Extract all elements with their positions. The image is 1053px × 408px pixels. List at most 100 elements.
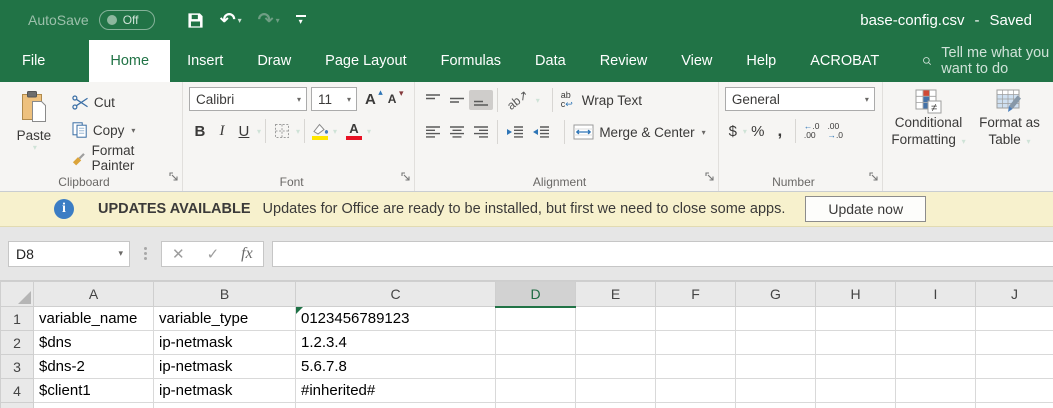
format-as-table-dropdown-arrow[interactable]: ▾ xyxy=(1027,137,1031,146)
cell-h3[interactable] xyxy=(816,355,896,379)
column-header-h[interactable]: H xyxy=(816,282,896,307)
cell-i3[interactable] xyxy=(896,355,976,379)
column-header-c[interactable]: C xyxy=(296,282,496,307)
paste-button[interactable]: Paste ▾ xyxy=(6,87,62,173)
autosave-toggle[interactable]: Off xyxy=(99,10,155,30)
paste-dropdown-arrow[interactable]: ▾ xyxy=(33,143,37,152)
font-size-select[interactable]: 11▾ xyxy=(311,87,357,111)
merge-center-dropdown-arrow[interactable]: ▾ xyxy=(702,128,706,137)
align-left-button[interactable] xyxy=(421,122,445,142)
cell-i2[interactable] xyxy=(896,331,976,355)
redo-dropdown-arrow[interactable]: ▾ xyxy=(276,16,280,25)
cell-j1[interactable] xyxy=(976,307,1053,331)
formula-bar-resize-handle[interactable] xyxy=(144,247,147,260)
accounting-format-button[interactable]: $ xyxy=(725,123,741,140)
cancel-icon[interactable]: ✕ xyxy=(172,245,185,263)
column-header-b[interactable]: B xyxy=(154,282,296,307)
format-painter-button[interactable]: Format Painter xyxy=(68,145,178,171)
bottom-align-button[interactable] xyxy=(469,90,493,110)
tell-me-search[interactable]: Tell me what you want to do xyxy=(922,40,1053,82)
column-header-f[interactable]: F xyxy=(656,282,736,307)
column-header-j[interactable]: J xyxy=(976,282,1053,307)
column-header-g[interactable]: G xyxy=(736,282,816,307)
cell-a2[interactable]: $dns xyxy=(34,331,154,355)
column-header-i[interactable]: I xyxy=(896,282,976,307)
cell-c2[interactable]: 1.2.3.4 xyxy=(296,331,496,355)
undo-dropdown-arrow[interactable]: ▾ xyxy=(238,16,242,25)
font-color-button[interactable]: A xyxy=(343,122,365,140)
cell-c3[interactable]: 5.6.7.8 xyxy=(296,355,496,379)
cell-g3[interactable] xyxy=(736,355,816,379)
cell-g4[interactable] xyxy=(736,379,816,403)
tab-page-layout[interactable]: Page Layout xyxy=(308,40,423,82)
tab-help[interactable]: Help xyxy=(729,40,793,82)
cell-a4[interactable]: $client1 xyxy=(34,379,154,403)
font-color-dropdown-arrow[interactable]: ▾ xyxy=(367,127,371,136)
comma-style-button[interactable]: , xyxy=(769,121,791,141)
middle-align-button[interactable] xyxy=(445,90,469,110)
font-dialog-launcher[interactable] xyxy=(401,169,411,187)
increase-indent-button[interactable] xyxy=(528,122,554,142)
alignment-dialog-launcher[interactable] xyxy=(705,169,715,187)
cell-i1[interactable] xyxy=(896,307,976,331)
cell-c4[interactable]: #inherited# xyxy=(296,379,496,403)
row-header-3[interactable]: 3 xyxy=(1,355,34,379)
column-header-a[interactable]: A xyxy=(34,282,154,307)
cell-e4[interactable] xyxy=(576,379,656,403)
cell-f3[interactable] xyxy=(656,355,736,379)
tab-view[interactable]: View xyxy=(664,40,729,82)
cell-j2[interactable] xyxy=(976,331,1053,355)
conditional-formatting-button[interactable]: ≠ ConditionalFormatting ▾ xyxy=(889,87,968,173)
redo-button[interactable]: ↷ ▾ xyxy=(252,5,286,35)
cell-d4[interactable] xyxy=(496,379,576,403)
cut-button[interactable]: Cut xyxy=(68,89,178,115)
cell-b2[interactable]: ip-netmask xyxy=(154,331,296,355)
tab-acrobat[interactable]: ACROBAT xyxy=(793,40,896,82)
cell-f2[interactable] xyxy=(656,331,736,355)
update-now-button[interactable]: Update now xyxy=(805,196,926,222)
orientation-dropdown-arrow[interactable]: ▾ xyxy=(536,96,540,105)
cell-g2[interactable] xyxy=(736,331,816,355)
decrease-font-size-button[interactable]: A▾ xyxy=(384,92,401,106)
fill-color-button[interactable] xyxy=(309,123,331,140)
cell-h2[interactable] xyxy=(816,331,896,355)
align-center-button[interactable] xyxy=(445,122,469,142)
row-header-1[interactable]: 1 xyxy=(1,307,34,331)
tab-file[interactable]: File xyxy=(0,40,67,82)
select-all-corner[interactable] xyxy=(1,282,34,307)
cell-b3[interactable]: ip-netmask xyxy=(154,355,296,379)
customize-quick-access-button[interactable]: ▾ xyxy=(290,5,312,35)
increase-font-size-button[interactable]: A▴ xyxy=(361,91,380,108)
save-button[interactable] xyxy=(181,5,210,35)
tab-review[interactable]: Review xyxy=(583,40,665,82)
top-align-button[interactable] xyxy=(421,90,445,110)
bold-button[interactable]: B xyxy=(189,123,211,140)
align-right-button[interactable] xyxy=(469,122,493,142)
increase-decimal-button[interactable]: ←.0.00 xyxy=(800,120,824,143)
orientation-button[interactable]: ab↗ xyxy=(502,90,533,110)
cell-b4[interactable]: ip-netmask xyxy=(154,379,296,403)
formula-input[interactable] xyxy=(272,241,1053,267)
undo-button[interactable]: ↶ ▾ xyxy=(214,5,248,35)
merge-center-button[interactable]: Merge & Center ▾ xyxy=(569,119,709,145)
cell-d1[interactable] xyxy=(496,307,576,331)
number-format-select[interactable]: General▾ xyxy=(725,87,875,111)
borders-dropdown-arrow[interactable]: ▾ xyxy=(296,127,300,136)
cell-i4[interactable] xyxy=(896,379,976,403)
conditional-formatting-dropdown-arrow[interactable]: ▾ xyxy=(962,137,966,146)
decrease-decimal-button[interactable]: .00→.0 xyxy=(823,120,847,143)
column-header-e[interactable]: E xyxy=(576,282,656,307)
cell-f4[interactable] xyxy=(656,379,736,403)
insert-function-button[interactable]: fx xyxy=(241,245,253,263)
underline-dropdown-arrow[interactable]: ▾ xyxy=(257,127,261,136)
tab-data[interactable]: Data xyxy=(518,40,583,82)
cell-f1[interactable] xyxy=(656,307,736,331)
clipboard-dialog-launcher[interactable] xyxy=(169,169,179,187)
enter-icon[interactable]: ✓ xyxy=(207,245,220,263)
name-box[interactable]: D8▾ xyxy=(8,241,130,267)
cell-e2[interactable] xyxy=(576,331,656,355)
decrease-indent-button[interactable] xyxy=(502,122,528,142)
cell-g1[interactable] xyxy=(736,307,816,331)
tab-insert[interactable]: Insert xyxy=(170,40,240,82)
wrap-text-button[interactable]: abc↩ Wrap Text xyxy=(557,87,646,113)
